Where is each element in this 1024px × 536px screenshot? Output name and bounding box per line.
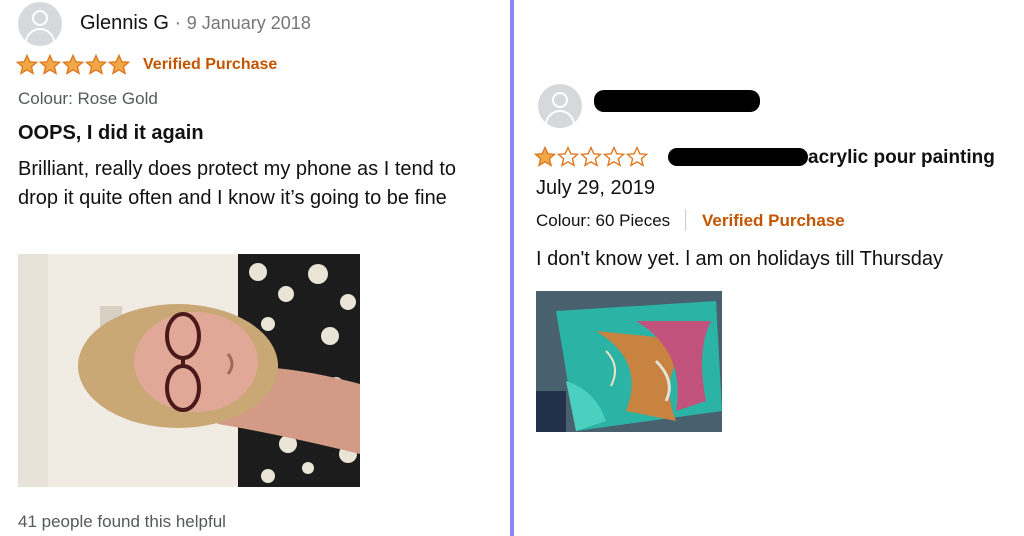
left-review-panel: Glennis G · 9 January 2018 Verified Purc… [0,0,510,536]
star-filled-icon [62,54,84,75]
star-filled-icon [16,54,38,75]
avatar-icon[interactable] [18,2,62,46]
star-rating[interactable] [16,54,130,76]
helpful-count: 41 people found this helpful [18,512,226,531]
review-title: OOPS, I did it again [18,122,204,144]
review-body: I don't know yet. l am on holidays till … [536,248,943,270]
star-empty-icon [626,146,648,167]
reviewer-name[interactable]: Glennis G [80,12,169,34]
redacted-reviewer-name [594,90,760,112]
right-review-panel: acrylic pour painting July 29, 2019 Colo… [514,0,1024,536]
colour-variant[interactable]: Colour: Rose Gold [18,89,158,109]
separator-dot: · [174,12,182,34]
star-empty-icon [580,146,602,167]
star-rating[interactable] [534,146,648,168]
star-empty-icon [603,146,625,167]
review-body: Brilliant, really does protect my phone … [18,158,457,209]
star-filled-icon [534,146,556,167]
redacted-title [668,148,808,166]
star-empty-icon [557,146,579,167]
avatar-icon[interactable] [538,84,582,128]
star-filled-icon [108,54,130,75]
star-filled-icon [39,54,61,75]
meta-separator [685,209,686,231]
review-photo[interactable] [18,254,360,487]
review-date: 9 January 2018 [186,13,311,33]
colour-variant[interactable]: Colour: 60 Pieces [536,211,670,231]
verified-purchase-badge: Verified Purchase [702,211,845,230]
verified-purchase-badge: Verified Purchase [143,56,278,73]
reviewer-line: Glennis G · 9 January 2018 [80,12,311,35]
review-date: July 29, 2019 [536,177,655,199]
star-filled-icon [85,54,107,75]
review-photo[interactable] [536,291,722,432]
review-title-fragment: acrylic pour painting [808,147,995,168]
